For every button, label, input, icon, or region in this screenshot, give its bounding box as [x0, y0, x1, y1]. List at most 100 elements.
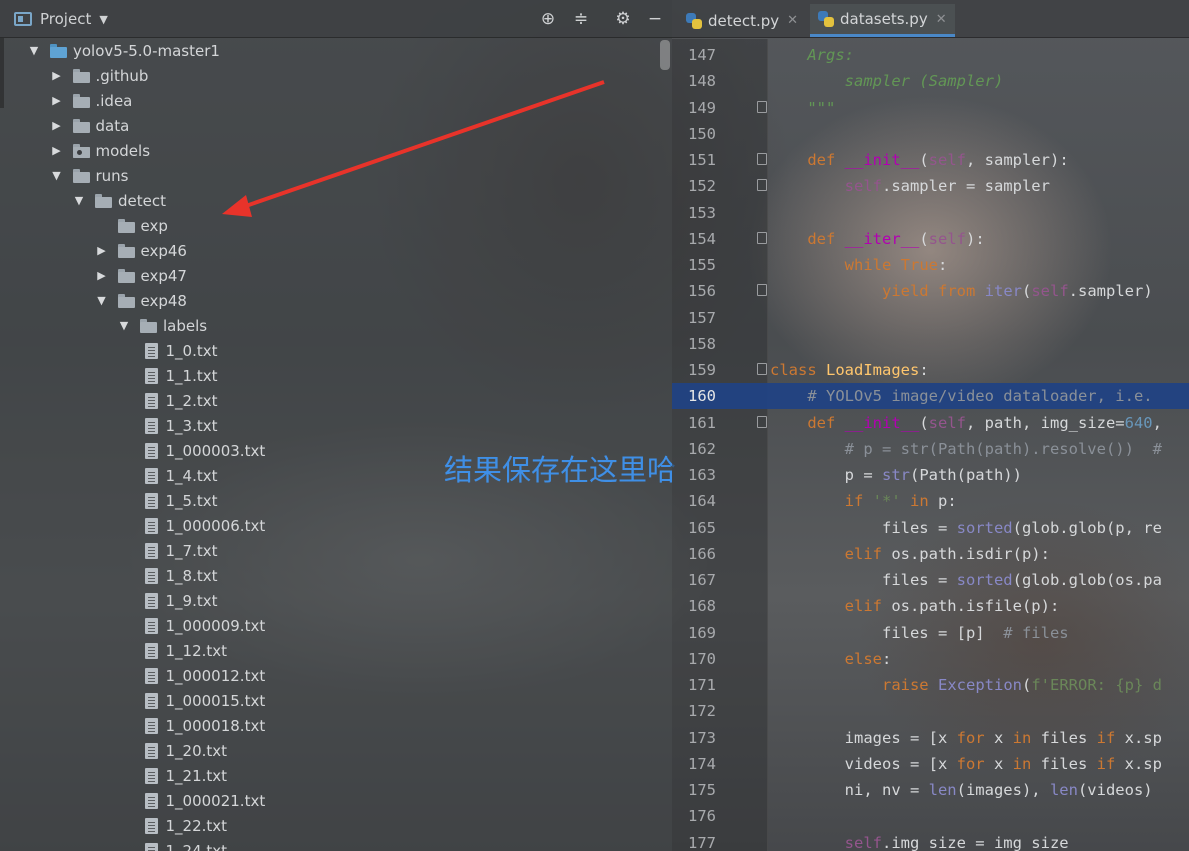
editor-tab-bar: detect.py ✕ datasets.py ✕ — [672, 0, 1189, 38]
line-number: 162 — [688, 439, 716, 458]
code-line[interactable]: 177 self.img_size = img_size — [672, 830, 1189, 851]
line-number: 149 — [688, 98, 716, 117]
line-number: 151 — [688, 151, 716, 169]
fold-marker-icon[interactable] — [757, 100, 767, 113]
code-text: self.img_size = img_size — [844, 833, 1069, 851]
code-line[interactable]: 155 while True: — [672, 252, 1189, 278]
code-line[interactable]: 157 — [672, 305, 1189, 331]
code-text: def __init__(self, path, img_size=640, — [807, 413, 1162, 432]
line-number: 156 — [688, 282, 716, 301]
code-line[interactable]: 160 # YOLOv5 image/video dataloader, i.e… — [672, 383, 1189, 410]
code-line[interactable]: 164 if '*' in p: — [672, 488, 1189, 514]
code-text: class LoadImages: — [770, 361, 929, 379]
code-line[interactable]: 154 def __iter__(self): — [672, 226, 1189, 252]
code-line[interactable]: 153 — [672, 200, 1189, 226]
code-text: # YOLOv5 image/video dataloader, i.e. — [770, 387, 1153, 406]
tab-datasets-py[interactable]: datasets.py ✕ — [810, 4, 955, 37]
fold-marker-icon[interactable] — [757, 363, 767, 375]
line-number: 153 — [688, 203, 716, 222]
line-number: 173 — [688, 728, 716, 747]
line-number: 147 — [688, 46, 716, 64]
line-number: 157 — [688, 308, 716, 327]
code-line[interactable]: 159 class LoadImages: — [672, 357, 1189, 383]
package-dot — [76, 150, 82, 155]
code-text: raise Exception(f'ERROR: {p} d — [881, 676, 1162, 694]
code-line[interactable]: 170 else: — [672, 646, 1189, 672]
close-icon[interactable]: ✕ — [936, 12, 947, 27]
code-text: sampler (Sampler) — [770, 72, 1004, 91]
line-number: 166 — [688, 544, 716, 563]
python-file-icon — [686, 12, 702, 29]
line-number: 175 — [688, 781, 716, 799]
code-line[interactable]: 173 images = [x for x in files if x.sp — [672, 725, 1189, 751]
code-line[interactable]: 147 Args: — [672, 42, 1189, 68]
code-text: files = sorted(glob.glob(os.pa — [770, 571, 1162, 589]
code-line[interactable]: 151 def __init__(self, sampler): — [672, 147, 1189, 173]
line-number: 167 — [688, 571, 716, 589]
line-number: 174 — [688, 754, 716, 773]
code-line[interactable]: 158 — [672, 331, 1189, 357]
code-line[interactable]: 150 — [672, 121, 1189, 147]
code-line[interactable]: 161 def __init__(self, path, img_size=64… — [672, 410, 1189, 436]
code-line[interactable]: 152 self.sampler = sampler — [672, 173, 1189, 199]
fold-marker-icon[interactable] — [757, 284, 767, 297]
code-text: else: — [844, 649, 892, 668]
line-number: 164 — [688, 492, 716, 511]
annotation-text: 结果保存在这里哈 — [444, 453, 677, 487]
code-line[interactable]: 171 raise Exception(f'ERROR: {p} d — [672, 672, 1189, 698]
code-line[interactable]: 176 — [672, 803, 1189, 829]
code-line[interactable]: 167 files = sorted(glob.glob(os.pa — [672, 567, 1189, 593]
fold-marker-icon[interactable] — [757, 179, 767, 192]
line-number: 159 — [688, 361, 716, 379]
python-file-icon — [818, 11, 834, 27]
code-line[interactable]: 162 # p = str(Path(path).resolve()) # — [672, 436, 1189, 462]
code-text: """ — [770, 98, 836, 117]
line-number: 169 — [688, 623, 716, 642]
fold-marker-icon[interactable] — [757, 153, 767, 165]
line-number: 152 — [688, 177, 716, 196]
code-text: def __init__(self, sampler): — [807, 151, 1069, 169]
code-line[interactable]: 174 videos = [x for x in files if x.sp — [672, 751, 1189, 777]
code-line[interactable]: 166 elif os.path.isdir(p): — [672, 541, 1189, 567]
code-line[interactable]: 156 yield from iter(self.sampler) — [672, 278, 1189, 304]
line-number: 168 — [688, 597, 716, 616]
code-line[interactable]: 148 sampler (Sampler) — [672, 68, 1189, 94]
line-number: 176 — [688, 807, 716, 826]
code-text: files = [p] # files — [770, 623, 1069, 642]
code-line[interactable]: 163 p = str(Path(path)) — [672, 462, 1189, 488]
code-text: def __iter__(self): — [807, 229, 985, 248]
code-line[interactable]: 172 — [672, 698, 1189, 724]
fold-marker-icon[interactable] — [757, 415, 767, 428]
code-editor: detect.py ✕ datasets.py ✕ 147 Args: 148 s… — [672, 0, 1189, 851]
code-line[interactable]: 168 elif os.path.isfile(p): — [672, 593, 1189, 619]
line-number: 171 — [688, 676, 716, 694]
fold-marker-icon[interactable] — [757, 231, 767, 244]
line-number: 177 — [688, 833, 716, 851]
code-text: Args: — [770, 46, 854, 64]
code-text: files = sorted(glob.glob(p, re — [770, 518, 1162, 537]
line-number: 161 — [688, 413, 716, 432]
code-text: while True: — [844, 256, 948, 274]
code-text: ni, nv = len(images), len(videos) — [770, 781, 1153, 799]
code-line[interactable]: 169 files = [p] # files — [672, 620, 1189, 646]
code-text: images = [x for x in files if x.sp — [770, 728, 1162, 747]
tab-label: datasets.py — [840, 10, 928, 28]
code-line[interactable]: 149 """ — [672, 95, 1189, 121]
code-line[interactable]: 165 files = sorted(glob.glob(p, re — [672, 515, 1189, 541]
code-text: p = str(Path(path)) — [770, 466, 1022, 484]
code-text: elif os.path.isdir(p): — [844, 544, 1050, 563]
line-number: 158 — [688, 334, 716, 353]
code-text: elif os.path.isfile(p): — [844, 597, 1060, 616]
code-text: # p = str(Path(path).resolve()) # — [770, 439, 1162, 458]
code-text: videos = [x for x in files if x.sp — [770, 754, 1162, 773]
code-line[interactable]: 175 ni, nv = len(images), len(videos) — [672, 777, 1189, 803]
close-icon[interactable]: ✕ — [787, 13, 798, 28]
code-text: if '*' in p: — [844, 492, 957, 511]
line-number: 150 — [688, 124, 716, 143]
line-number: 160 — [688, 387, 716, 406]
code-text: yield from iter(self.sampler) — [881, 282, 1153, 301]
line-number: 154 — [688, 229, 716, 248]
line-number: 172 — [688, 702, 716, 721]
line-number: 165 — [688, 518, 716, 537]
tab-detect-py[interactable]: detect.py ✕ — [678, 4, 806, 37]
